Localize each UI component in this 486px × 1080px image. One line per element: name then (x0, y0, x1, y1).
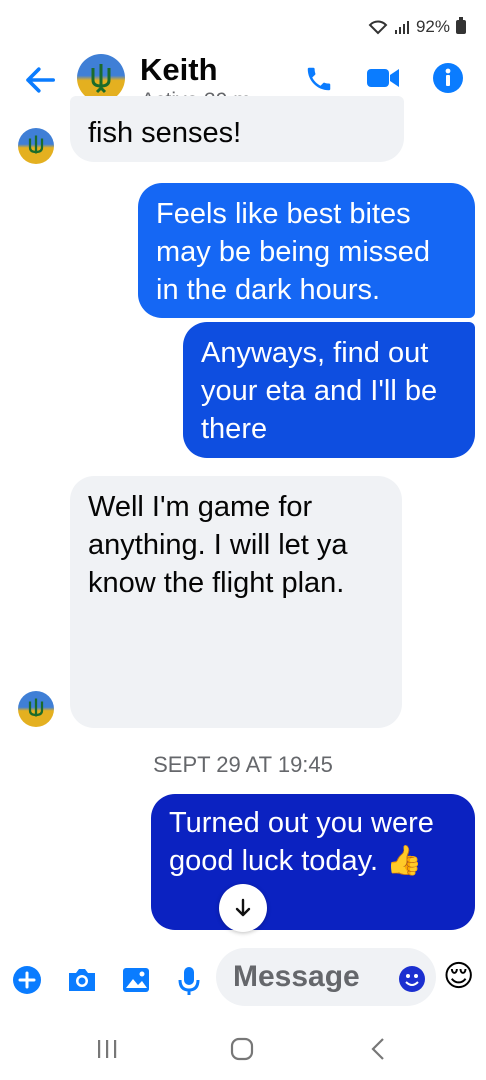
battery-icon (456, 17, 466, 34)
message-received-1[interactable]: fish senses! (70, 96, 404, 162)
timestamp-divider: SEPT 29 AT 19:45 (153, 752, 333, 777)
trident-icon (91, 64, 111, 94)
message-text: Anyways, find out your eta and I'll be t… (201, 337, 438, 445)
message-received-2[interactable]: Well I'm game for anything. I will let y… (70, 476, 402, 728)
sender-avatar[interactable] (18, 128, 54, 164)
back-arrow-icon[interactable] (22, 62, 58, 98)
status-bar: 92% (0, 0, 486, 52)
contact-name[interactable]: Keith (140, 52, 218, 88)
message-sent-1[interactable]: Feels like best bites may be being misse… (138, 183, 475, 318)
message-text: Well I'm game for anything. I will let y… (88, 491, 348, 599)
message-sent-3[interactable]: Turned out you were good luck today. 👍 (151, 794, 475, 930)
contact-avatar[interactable] (77, 54, 125, 102)
signal-icon (394, 21, 409, 34)
quick-reaction-emoji[interactable]: 😌 (443, 959, 474, 994)
camera-icon[interactable] (66, 965, 98, 995)
microphone-icon[interactable] (176, 965, 202, 997)
sender-avatar[interactable] (18, 691, 54, 727)
video-call-icon[interactable] (366, 64, 400, 92)
message-placeholder: Message (233, 960, 360, 993)
composer-bar: Message 😌 (0, 945, 486, 1015)
scroll-down-button[interactable] (219, 884, 267, 932)
recent-apps-icon[interactable] (96, 1039, 118, 1059)
message-input[interactable]: Message (216, 948, 436, 1006)
emoji-icon[interactable] (398, 965, 426, 993)
home-icon[interactable] (230, 1037, 254, 1061)
battery-percent: 92% (415, 17, 450, 36)
trident-icon (28, 135, 44, 154)
message-text: Turned out you were good luck today. 👍 (169, 807, 434, 877)
trident-icon (28, 698, 44, 717)
message-text: Feels like best bites may be being misse… (156, 198, 431, 306)
system-nav-bar (0, 1015, 486, 1080)
message-text: fish senses! (88, 117, 242, 149)
plus-icon[interactable] (12, 965, 42, 995)
arrow-down-icon (235, 898, 251, 917)
back-nav-icon[interactable] (370, 1037, 386, 1061)
phone-icon[interactable] (304, 64, 334, 94)
message-sent-2[interactable]: Anyways, find out your eta and I'll be t… (183, 322, 475, 458)
wifi-icon (368, 20, 388, 35)
info-icon[interactable] (432, 62, 464, 94)
gallery-icon[interactable] (121, 965, 151, 995)
status-icons: 92% (368, 17, 466, 37)
